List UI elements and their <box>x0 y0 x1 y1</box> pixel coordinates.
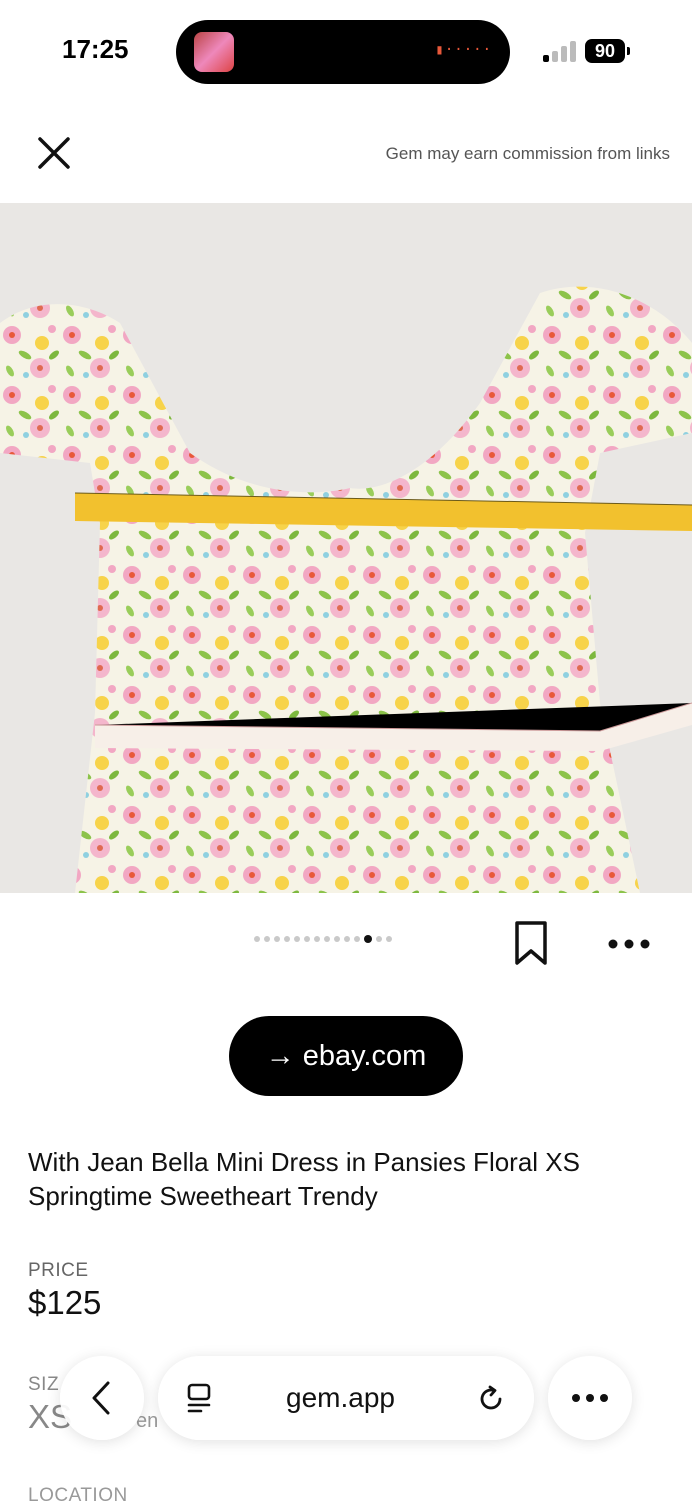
carousel-dot[interactable] <box>324 936 330 942</box>
more-options-icon[interactable] <box>605 932 653 956</box>
open-ebay-button[interactable]: → ebay.com <box>229 1016 463 1096</box>
address-bar[interactable]: gem.app <box>158 1356 534 1440</box>
carousel-dot[interactable] <box>254 936 260 942</box>
carousel-dot[interactable] <box>376 936 382 942</box>
product-image[interactable] <box>0 203 692 893</box>
reload-icon[interactable] <box>476 1384 506 1414</box>
browser-more-button[interactable] <box>548 1356 632 1440</box>
carousel-dot[interactable] <box>314 936 320 942</box>
carousel-dot[interactable] <box>274 936 280 942</box>
carousel-dot[interactable] <box>344 936 350 942</box>
price-label: PRICE <box>28 1260 89 1281</box>
carousel-dot[interactable] <box>386 936 392 942</box>
chevron-left-icon <box>92 1381 110 1415</box>
carousel-dot[interactable] <box>264 936 270 942</box>
location-label: LOCATION <box>28 1485 128 1506</box>
close-icon[interactable] <box>36 135 72 171</box>
browser-toolbar: gem.app <box>0 1350 692 1450</box>
back-button[interactable] <box>60 1356 144 1440</box>
arrow-right-icon: → <box>265 1039 295 1072</box>
carousel-dot[interactable] <box>364 935 372 943</box>
status-bar: 17:25 ▮····· 90 <box>0 0 692 100</box>
product-title: With Jean Bella Mini Dress in Pansies Fl… <box>28 1147 580 1211</box>
url-text: gem.app <box>286 1382 395 1413</box>
link-label: ebay.com <box>302 1039 427 1072</box>
carousel-dot[interactable] <box>354 936 360 942</box>
bookmark-icon[interactable] <box>513 920 549 966</box>
commission-note: Gem may earn commission from links <box>385 144 670 163</box>
carousel-dot[interactable] <box>304 936 310 942</box>
cellular-signal-icon <box>543 40 577 62</box>
carousel-dot[interactable] <box>334 936 340 942</box>
reader-mode-icon <box>187 1383 211 1413</box>
dynamic-island[interactable]: ▮····· <box>176 20 510 84</box>
battery-icon: 90 <box>585 39 630 63</box>
now-playing-thumbnail <box>194 32 234 72</box>
status-time: 17:25 <box>62 34 129 64</box>
price-value: $125 <box>28 1284 102 1321</box>
ellipsis-icon <box>572 1394 608 1402</box>
audio-visualizer-icon: ▮····· <box>435 42 492 58</box>
carousel-dot[interactable] <box>294 936 300 942</box>
carousel-dot[interactable] <box>284 936 290 942</box>
image-carousel-indicator[interactable] <box>254 934 392 944</box>
